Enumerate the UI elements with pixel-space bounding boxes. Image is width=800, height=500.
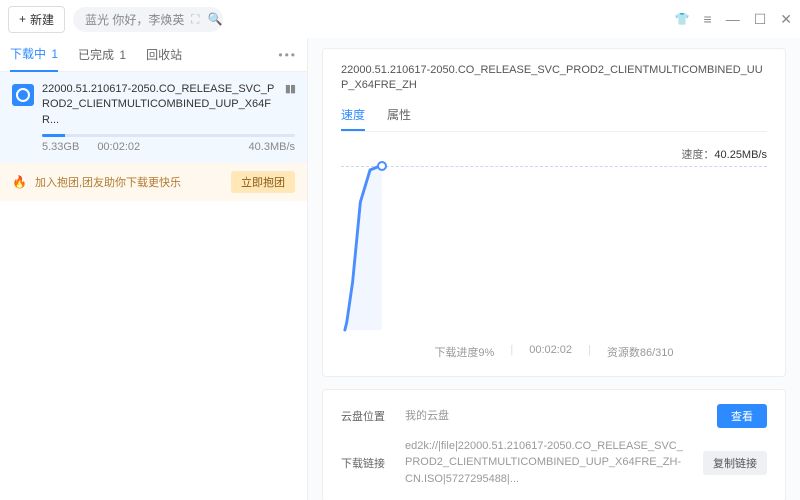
footer-resources: 资源数86/310 [607, 344, 674, 360]
more-menu[interactable]: ••• [278, 48, 297, 62]
copy-link-button[interactable]: 复制链接 [703, 451, 767, 475]
promo-bar: 🔥 加入抱团,团友助你下载更快乐 立即抱团 [0, 163, 307, 201]
download-link-label: 下载链接 [341, 455, 391, 471]
download-elapsed: 00:02:02 [97, 141, 140, 153]
download-link-value: ed2k://|file|22000.51.210617-2050.CO_REL… [405, 438, 689, 488]
tab-downloading-count: 1 [51, 47, 58, 61]
cloud-location-value: 我的云盘 [405, 408, 703, 425]
chart-marker [377, 161, 387, 171]
progress-bar [42, 134, 295, 137]
new-button-label: 新建 [30, 11, 54, 28]
tab-downloading[interactable]: 下载中 1 [10, 37, 58, 72]
tab-downloading-label: 下载中 [10, 47, 46, 61]
new-button[interactable]: + 新建 [8, 6, 65, 33]
tab-recycle[interactable]: 回收站 [146, 38, 182, 71]
tab-finished-count: 1 [119, 48, 126, 62]
download-speed: 40.3MB/s [249, 141, 295, 153]
menu-icon[interactable]: ≡ [704, 11, 712, 27]
detail-tab-attr[interactable]: 属性 [387, 106, 411, 131]
tab-finished-label: 已完成 [78, 48, 114, 62]
download-size: 5.33GB [42, 141, 79, 153]
pause-button[interactable]: ▮▮ [285, 82, 295, 95]
tab-finished[interactable]: 已完成 1 [78, 38, 126, 71]
footer-progress: 下载进度9% [434, 344, 494, 360]
download-filename: 22000.51.210617-2050.CO_RELEASE_SVC_PROD… [42, 82, 277, 128]
minimize-button[interactable]: — [726, 11, 740, 27]
detail-tab-speed[interactable]: 速度 [341, 106, 365, 131]
footer-elapsed: 00:02:02 [529, 344, 572, 360]
promo-button[interactable]: 立即抱团 [231, 171, 295, 193]
maximize-button[interactable]: ☐ [754, 11, 767, 28]
search-placeholder: 蓝光 你好，李焕英 [85, 11, 184, 28]
flame-icon: 🔥 [12, 175, 27, 189]
qr-icon[interactable]: ⛶ [191, 12, 199, 27]
plus-icon: + [19, 12, 26, 26]
download-item[interactable]: 22000.51.210617-2050.CO_RELEASE_SVC_PROD… [0, 72, 307, 163]
promo-text: 加入抱团,团友助你下载更快乐 [35, 174, 223, 190]
cloud-location-label: 云盘位置 [341, 408, 391, 424]
view-button[interactable]: 查看 [717, 404, 767, 428]
speed-chart: 速度：40.25MB/s [341, 142, 767, 332]
tab-recycle-label: 回收站 [146, 48, 182, 62]
search-icon[interactable]: 🔍 [207, 12, 222, 27]
skin-icon[interactable]: 👕 [675, 12, 690, 26]
close-button[interactable]: ✕ [780, 11, 792, 28]
detail-filename: 22000.51.210617-2050.CO_RELEASE_SVC_PROD… [341, 63, 767, 94]
disc-icon [12, 84, 34, 106]
